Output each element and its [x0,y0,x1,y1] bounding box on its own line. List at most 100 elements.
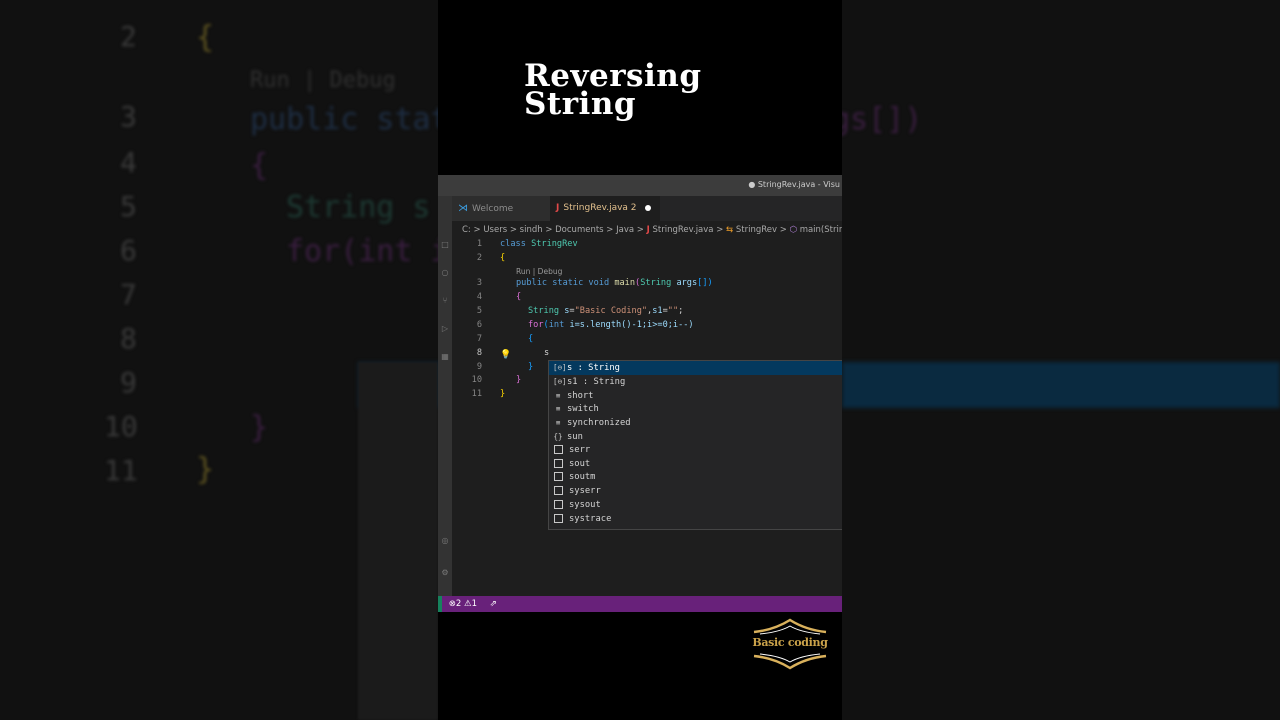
problems-indicator[interactable]: ⊗2 ⚠1 [449,599,477,609]
codelens-run-debug[interactable]: Run | Debug [516,267,562,276]
settings-gear-icon[interactable]: ⚙ [440,568,450,578]
explorer-icon[interactable]: □ [440,240,450,250]
activity-bar: □ ○ ⑂ ▷ ▦ ◎ ⚙ [438,196,452,596]
line-number: 5 [476,306,482,316]
code-line-8: s [544,348,550,358]
snippet-icon [554,458,563,468]
snippet-icon [554,513,563,523]
suggestion-widget: [⊖]s : String [⊖]s1 : String ≡ short ≡ swi… [548,360,842,530]
warning-count: 1 [471,599,477,609]
suggestion-item[interactable]: [⊖]s : String [549,361,842,375]
suggestion-item[interactable]: systrace [549,513,842,527]
chevron-right-icon: > [716,225,724,235]
account-icon[interactable]: ◎ [440,536,450,546]
java-icon: J [646,225,650,235]
video-frame: Reversing String ● StringRev.java - Visu… [438,0,842,720]
suggestion-item[interactable]: {} sun [549,430,842,444]
lightbulb-icon[interactable]: 💡 [500,350,511,360]
error-icon: ⊗ [448,599,456,609]
type-name: String [640,278,672,288]
keyword: public static void [516,278,610,288]
java-icon: J [556,203,560,213]
line-number: 3 [476,278,482,288]
line-number: 6 [476,320,482,330]
title-line-2: String [524,86,637,122]
suggestion-item[interactable]: ≡ synchronized [549,416,842,430]
line-number: 7 [476,334,482,344]
code-line-7: { [528,334,534,344]
line-number: 11 [471,389,482,399]
suggestion-label: s : String [567,363,620,373]
breadcrumb-file[interactable]: StringRev.java [653,225,714,235]
live-share-icon[interactable]: ⇗ [490,599,497,609]
extensions-icon[interactable]: ▦ [440,352,450,362]
variable-icon: [⊖] [553,376,567,386]
code-line-3: public static void main(String args[]) [516,278,713,288]
class-icon: ⇆ [726,225,734,235]
background-left: 2 3 4 5 6 7 8 9 10 11 { Run | Debug publ… [0,0,438,720]
suggestion-label: syserr [569,486,601,497]
loop-expression: i=s.length()-1;i>=0;i--) [569,320,694,330]
run-debug-icon[interactable]: ▷ [440,324,450,334]
snippet-icon [554,486,563,496]
code-line-10: } [516,375,522,385]
suggestion-item[interactable]: ≡ short [549,389,842,403]
code-line-1: class StringRev [500,239,578,249]
method-icon: ⬡ [789,225,797,235]
tab-label: StringRev.java 2 [563,203,637,213]
code-line-4: { [516,292,522,302]
suggestion-label: sun [567,432,583,442]
class-name: StringRev [531,239,578,249]
watermark-text: Basic coding [752,636,828,649]
type-name: String [528,306,560,316]
variable-icon: [⊖] [553,363,567,372]
video-title: Reversing String [524,61,702,122]
suggestion-item[interactable]: [⊖]s1 : String [549,375,842,389]
line-number: 1 [476,239,482,249]
snippet-icon [554,444,563,454]
error-count: 2 [455,599,462,609]
module-icon: {} [553,432,563,441]
snippet-icon [554,472,563,482]
suggestion-item[interactable]: ≡ switch [549,402,842,416]
breadcrumb: C: > Users > sindh > Documents > Java > … [462,225,842,235]
semicolon: ; [678,306,684,316]
keyword-icon: ≡ [555,390,561,400]
string-literal: "Basic Coding" [574,306,648,316]
tab-bar: ⋊ Welcome J StringRev.java 2 [452,196,842,221]
search-icon[interactable]: ○ [440,268,450,278]
suggestion-label: sout [569,458,591,469]
background-right: gs[]) [842,0,1280,720]
suggestion-item[interactable]: syserr [549,485,842,499]
suggestion-item[interactable]: sout [549,458,842,472]
tab-label: Welcome [472,204,514,214]
keyword-icon: ≡ [555,418,561,428]
remote-indicator[interactable] [438,596,442,612]
title-bar: ● StringRev.java - Visu [438,175,842,196]
suggestion-label: switch [567,404,599,415]
line-number: 2 [476,253,482,263]
code-line-9: } [528,362,534,372]
keyword-icon: ≡ [555,404,561,414]
suggestion-item[interactable]: soutm [549,471,842,485]
breadcrumb-class[interactable]: StringRev [736,225,777,235]
suggestion-item[interactable]: sysout [549,499,842,513]
suggestion-item[interactable]: serr [549,444,842,458]
tab-stringrev-java[interactable]: J StringRev.java 2 [550,196,660,221]
source-control-icon[interactable]: ⑂ [440,296,450,306]
keyword: int [548,320,565,330]
keyword: for [528,320,544,330]
line-number: 8 [476,348,482,358]
breadcrumb-method[interactable]: main(Strin [800,225,842,235]
code-line-11: } [500,389,506,399]
line-number: 9 [476,362,482,372]
code-line-6: for(int i=s.length()-1;i>=0;i--) [528,320,694,330]
tab-welcome[interactable]: ⋊ Welcome [452,196,550,221]
unsaved-dot-icon[interactable] [644,204,651,211]
code-line-2: { [500,253,506,263]
breadcrumb-path[interactable]: C: > Users > sindh > Documents > Java > [462,225,644,235]
suggestion-label: systrace [569,513,612,524]
code-line-5: String s="Basic Coding",s1=""; [528,306,683,316]
channel-logo: Basic coding [744,618,836,670]
window-title: ● StringRev.java - Visu [748,180,840,189]
